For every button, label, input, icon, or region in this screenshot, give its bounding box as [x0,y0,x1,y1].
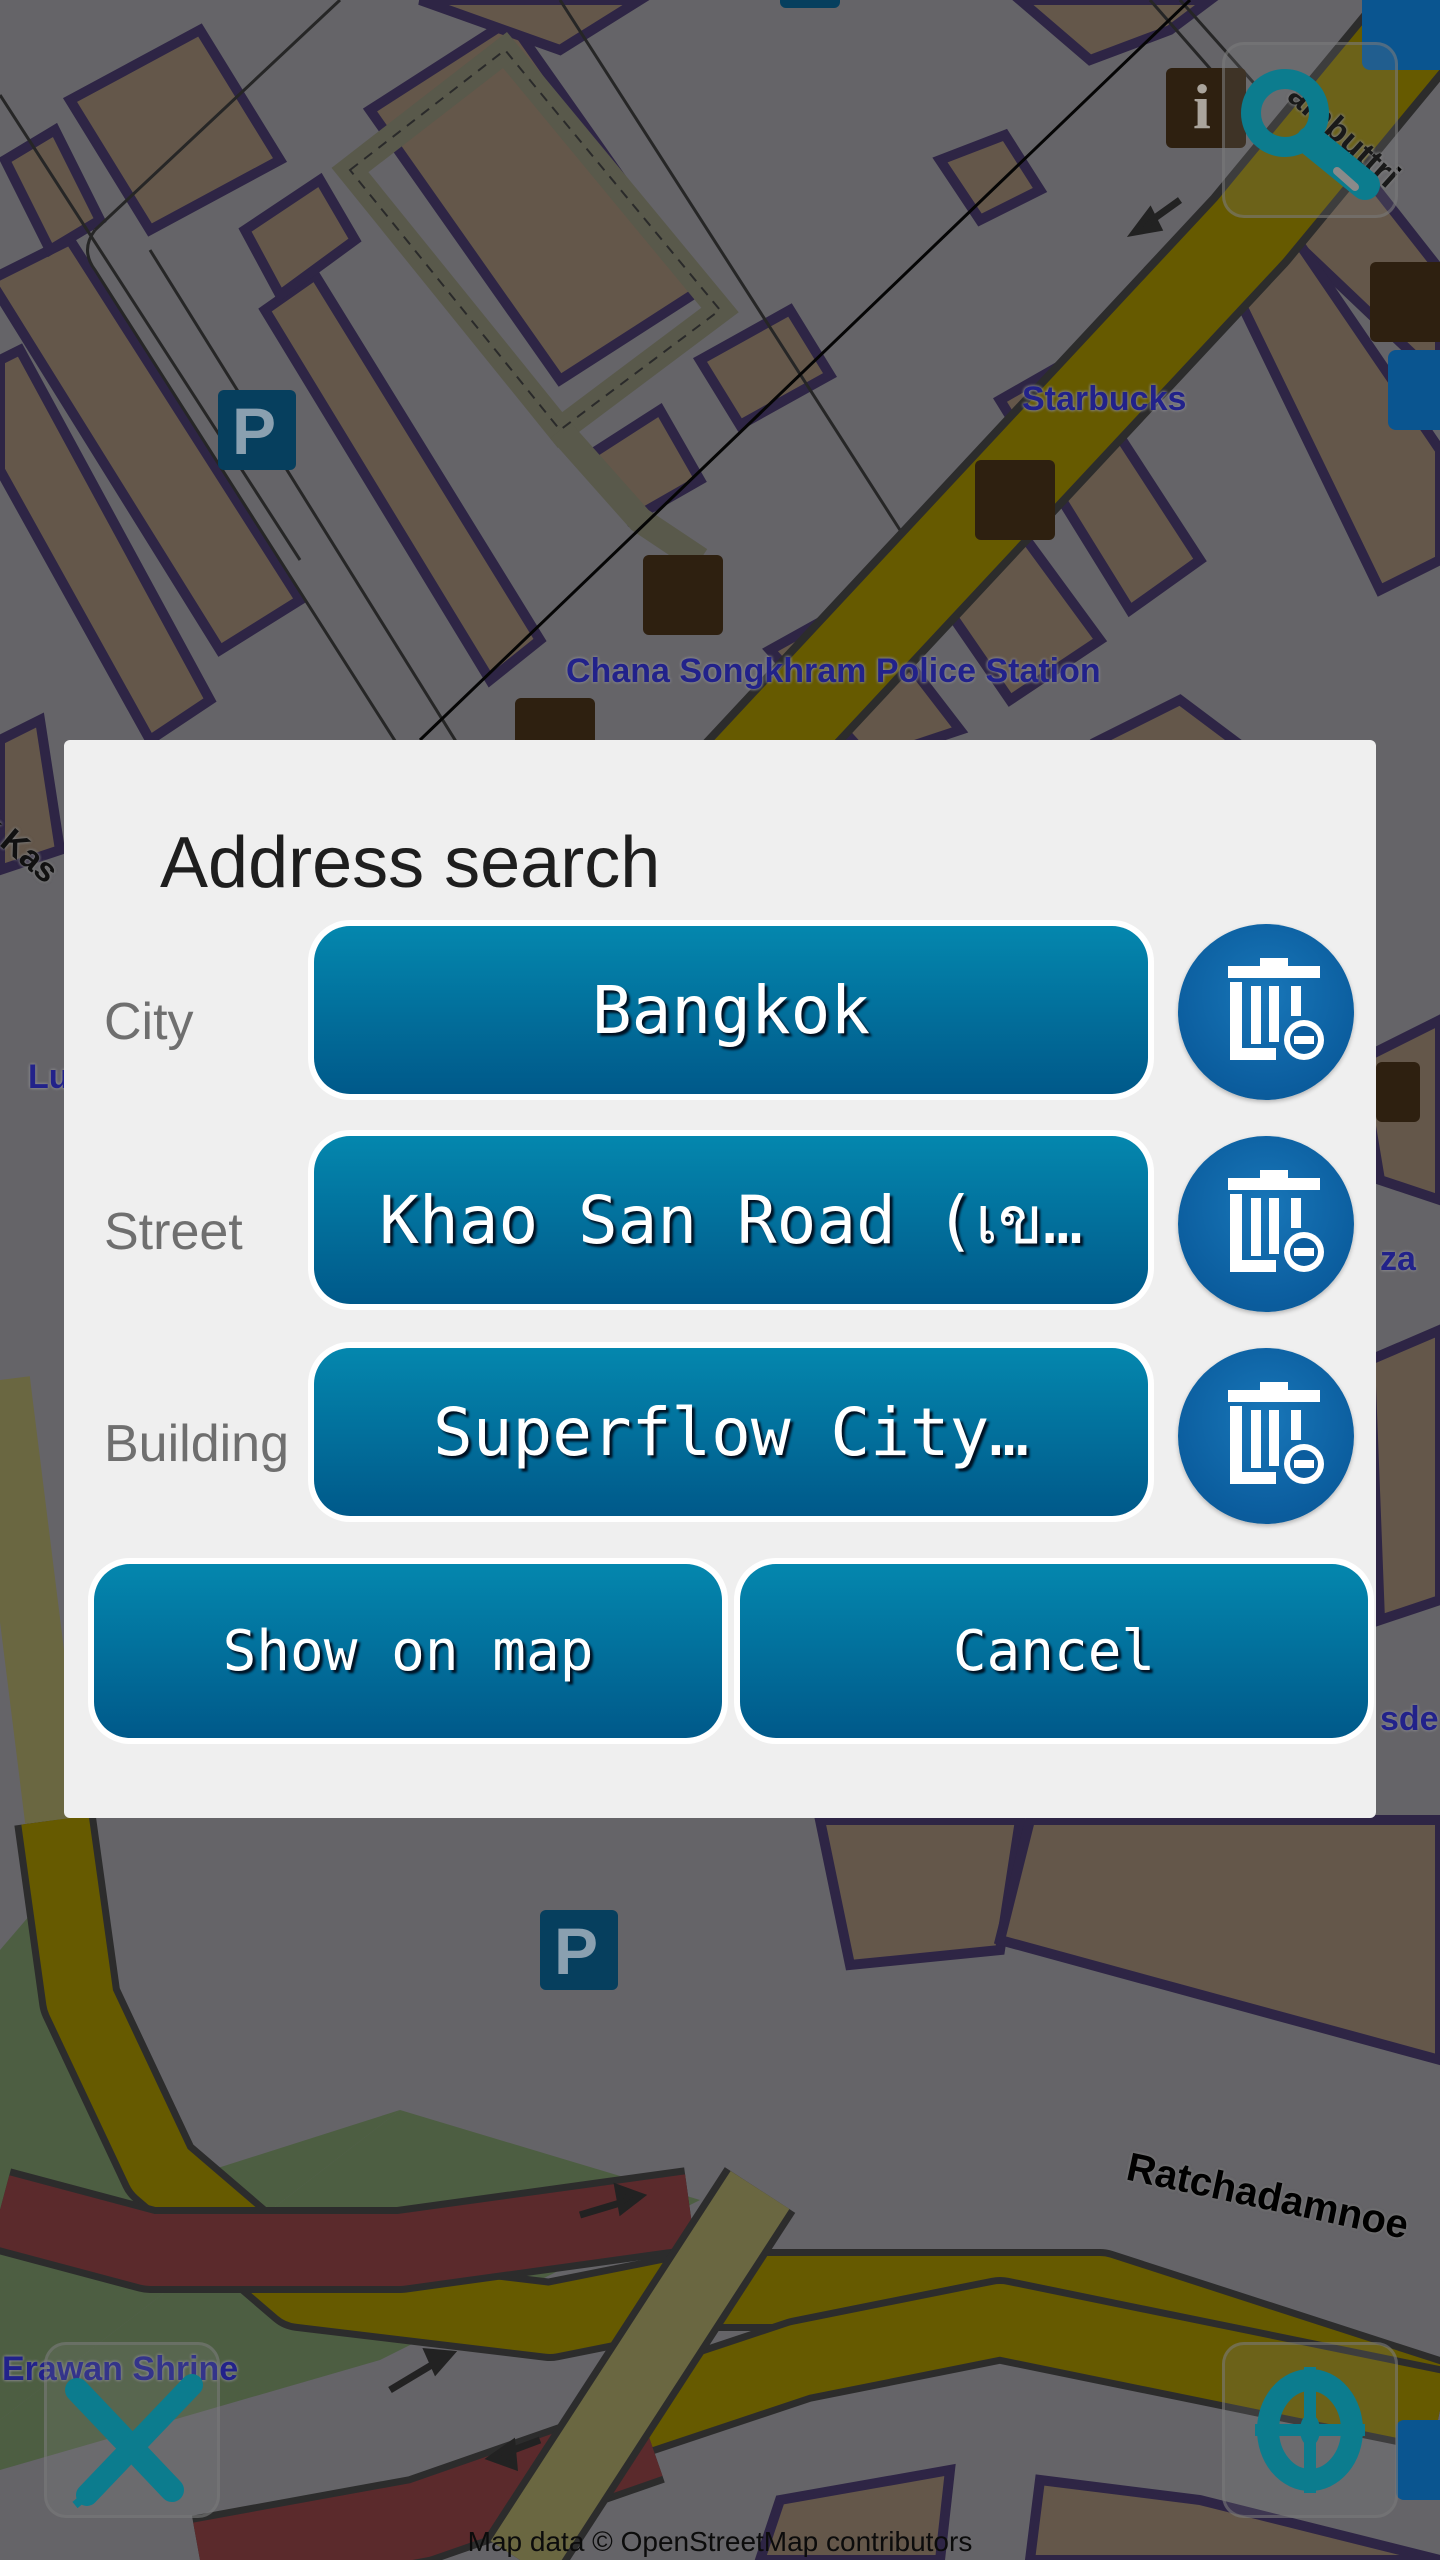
search-button[interactable] [1222,42,1398,218]
street-label: Street [104,1203,243,1261]
locate-button[interactable] [1222,2342,1398,2518]
trash-minus-icon [1228,1382,1324,1484]
cancel-label: Cancel [740,1564,1368,1738]
parking-glyph: P [232,394,277,468]
city-label: City [104,993,194,1051]
street-value: Khao San Road (เข… [314,1136,1148,1304]
locate-icon [1255,2367,1365,2493]
trash-minus-icon [1228,958,1324,1060]
city-field-button[interactable]: Bangkok [308,920,1154,1100]
cancel-button[interactable]: Cancel [734,1558,1374,1744]
building-label: Building [104,1415,290,1473]
ruler-pencil-icon [65,2374,203,2509]
trash-minus-icon [1228,1170,1324,1272]
building-value: Superflow City… [314,1348,1148,1516]
parking-glyph: P [554,1914,599,1988]
search-icon [1241,69,1380,200]
map-label-sde: sde [1380,1700,1439,1738]
clear-street-button[interactable] [1178,1136,1354,1312]
tools-button[interactable] [44,2342,220,2518]
map-label-police-station: Chana Songkhram Police Station [566,652,1101,690]
show-on-map-label: Show on map [94,1564,722,1738]
show-on-map-button[interactable]: Show on map [88,1558,728,1744]
clear-building-button[interactable] [1178,1348,1354,1524]
city-value: Bangkok [314,926,1148,1094]
map-label-starbucks: Starbucks [1022,380,1187,418]
map-label-za: za [1380,1240,1416,1278]
street-field-button[interactable]: Khao San Road (เข… [308,1130,1154,1310]
dialog-title: Address search [160,823,661,903]
clear-city-button[interactable] [1178,924,1354,1100]
address-search-dialog: Address search City Bangkok Street Khao … [64,740,1376,1818]
info-glyph: i [1193,71,1211,142]
map-attribution: Map data © OpenStreetMap contributors [467,2526,973,2557]
building-field-button[interactable]: Superflow City… [308,1342,1154,1522]
